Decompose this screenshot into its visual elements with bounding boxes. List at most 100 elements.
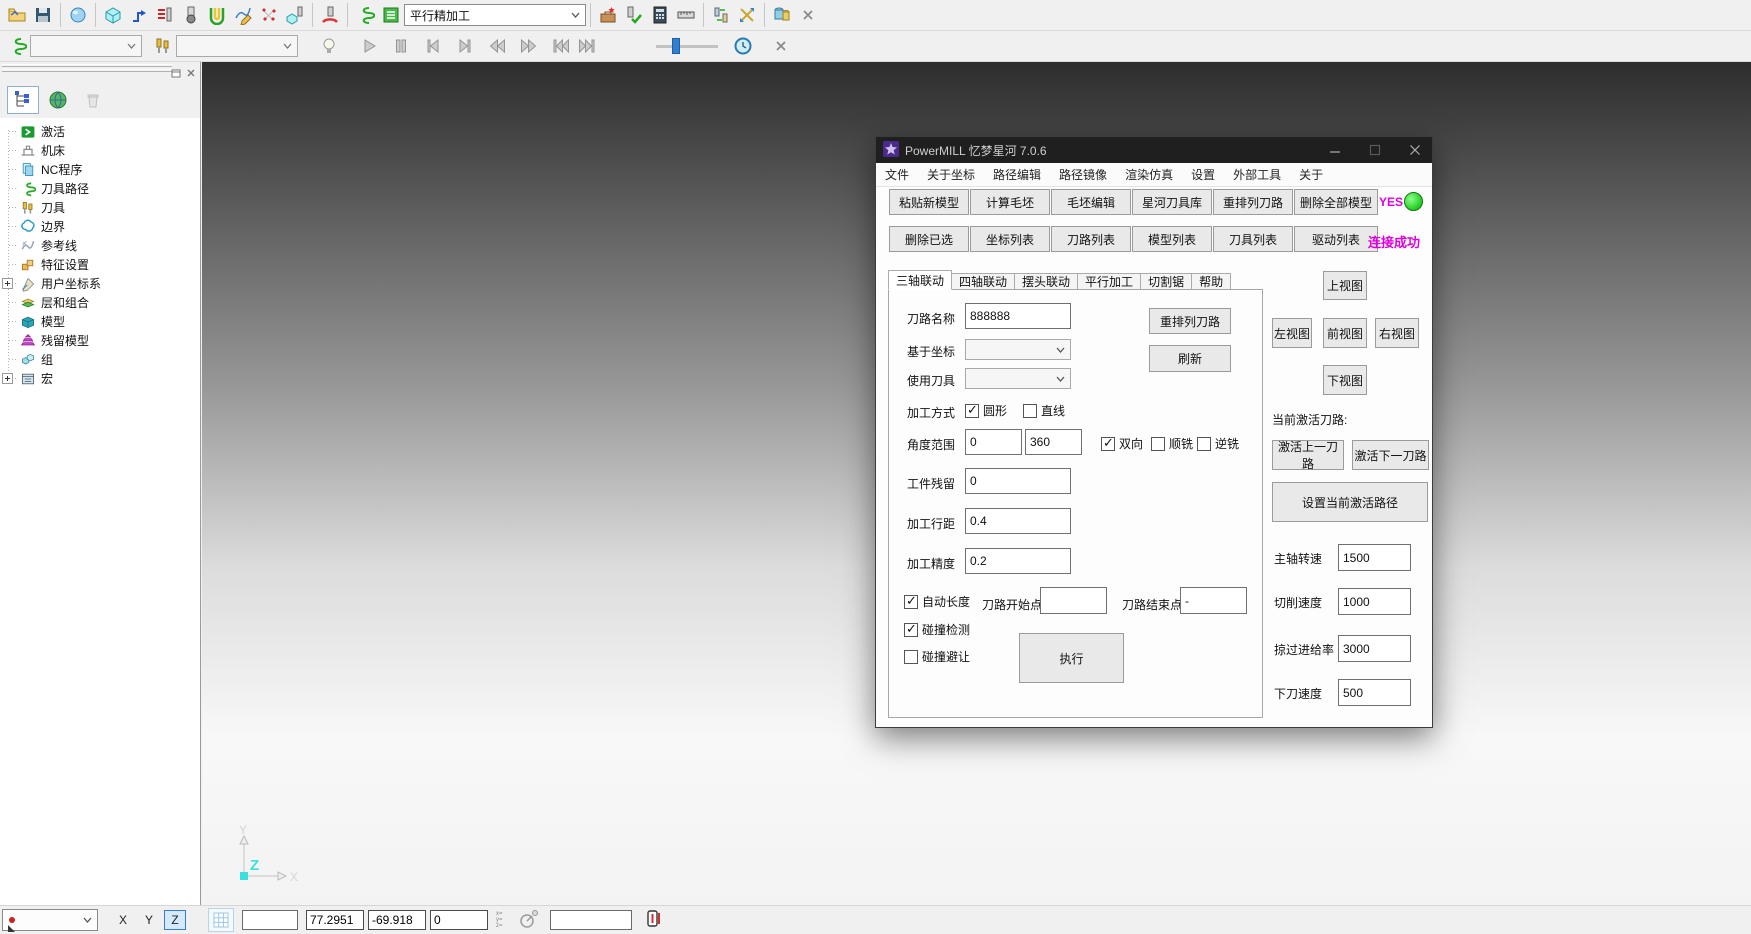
edit-stock-button[interactable]: 毛坯编辑 [1051,189,1131,215]
activate-next-button[interactable]: 激活下一刀路 [1352,440,1429,470]
slider-handle[interactable] [672,38,680,54]
dir-climb-checkbox[interactable]: 顺铣 [1151,435,1193,452]
rapid-moves-icon[interactable] [126,2,152,28]
execute-button[interactable]: 执行 [1019,633,1124,683]
tool-list-button[interactable]: 刀具列表 [1213,226,1293,252]
collision-avoid-checkbox[interactable]: 碰撞避让 [904,648,970,665]
menu-render-sim[interactable]: 渲染仿真 [1116,166,1182,183]
menu-ext-tools[interactable]: 外部工具 [1224,166,1290,183]
workplane-combobox[interactable] [2,909,98,931]
axis-x-button[interactable]: X [112,910,134,930]
search-forward-icon[interactable] [516,33,542,59]
tab-3axis[interactable]: 三轴联动 [888,270,952,290]
axis-y-button[interactable]: Y [138,910,160,930]
paste-model-button[interactable]: 粘贴新模型 [889,189,969,215]
toolpath-list-icon[interactable] [378,2,404,28]
snap-field[interactable] [242,910,298,930]
view-left-button[interactable]: 左视图 [1272,318,1312,348]
tree-item-macros[interactable]: 宏 [0,369,200,388]
checkbox-icon[interactable] [904,650,918,664]
measure-icon[interactable] [673,2,699,28]
boundary-channel-icon[interactable] [204,2,230,28]
exchange-axes-icon[interactable] [734,2,760,28]
tolerance-input[interactable] [965,548,1071,574]
menu-file[interactable]: 文件 [876,166,918,183]
pause-icon[interactable] [388,33,414,59]
coord-y-field[interactable] [368,910,426,930]
delete-selected-button[interactable]: 删除已选 [889,226,969,252]
pattern-editor-icon[interactable] [230,2,256,28]
tool-pair-icon[interactable] [769,2,795,28]
toolpath-icon[interactable] [352,2,378,28]
checkbox-icon[interactable] [965,404,979,418]
feed-rates-icon[interactable] [152,2,178,28]
skim-feed-input[interactable] [1338,635,1411,662]
menu-about[interactable]: 关于 [1290,166,1332,183]
graphics-viewport[interactable]: Y X Z PowerMILL 忆梦星河 7.0.6 文件 关于坐标 路径编辑 … [202,62,1751,905]
calculator-icon[interactable] [647,2,673,28]
minimize-button[interactable] [1318,137,1352,163]
strategy-combobox[interactable]: 平行精加工 [404,4,586,26]
refresh-button[interactable]: 刷新 [1149,345,1231,372]
create-block-icon[interactable] [100,2,126,28]
spindle-speed-input[interactable] [1338,544,1411,571]
tree-item-patterns[interactable]: 参考线 [0,236,200,255]
calc-stock-button[interactable]: 计算毛坯 [970,189,1050,215]
checkbox-icon[interactable] [1023,404,1037,418]
tab-saw[interactable]: 切割锯 [1140,273,1192,290]
menu-path-mirror[interactable]: 路径镜像 [1050,166,1116,183]
checkbox-icon[interactable] [1101,437,1115,451]
tree-item-boundaries[interactable]: 边界 [0,217,200,236]
lightbulb-icon[interactable] [316,33,342,59]
reorder-toolpath-button[interactable]: 重排列刀路 [1213,189,1293,215]
tool-library-button[interactable]: 星河刀具库 [1132,189,1212,215]
use-tool-combobox[interactable] [965,368,1071,389]
reorder-button[interactable]: 重排列刀路 [1149,308,1231,334]
expand-icon[interactable] [2,278,13,289]
close-toolbar-icon[interactable] [768,33,794,59]
close-toolbar-icon[interactable] [795,2,821,28]
probe-icon[interactable] [518,909,540,932]
coord-list-button[interactable]: 坐标列表 [970,226,1050,252]
sim-toolpath-combobox[interactable] [30,35,142,57]
close-panel-icon[interactable] [186,67,196,81]
close-button[interactable] [1398,137,1432,163]
explorer-tree-tab[interactable] [7,86,39,114]
world-tab[interactable] [42,86,74,114]
mode-line-checkbox[interactable]: 直线 [1023,402,1065,419]
activate-prev-button[interactable]: 激活上一刀路 [1272,440,1344,470]
menu-coords[interactable]: 关于坐标 [918,166,984,183]
tab-help[interactable]: 帮助 [1191,273,1231,290]
play-icon[interactable] [356,33,382,59]
angle-to-input[interactable] [1025,429,1082,455]
speed-slider[interactable] [656,36,718,56]
save-icon[interactable] [30,2,56,28]
tool-verify-icon[interactable] [621,2,647,28]
view-right-button[interactable]: 右视图 [1375,318,1419,348]
grid-toggle-button[interactable] [208,908,234,932]
tree-item-tools[interactable]: 刀具 [0,198,200,217]
measure-field[interactable] [550,910,632,930]
collision-check-icon[interactable] [317,2,343,28]
coord-z-field[interactable] [430,910,488,930]
recycle-bin-tab[interactable] [77,86,109,114]
stepover-input[interactable] [965,508,1071,534]
tree-item-nc-program[interactable]: NC程序 [0,160,200,179]
checkbox-icon[interactable] [904,623,918,637]
end-point-input[interactable] [1180,587,1247,614]
auto-length-checkbox[interactable]: 自动长度 [904,593,970,610]
delete-all-models-button[interactable]: 删除全部模型 [1294,189,1378,215]
tree-item-machine[interactable]: 机床 [0,141,200,160]
tree-item-feature-sets[interactable]: 特征设置 [0,255,200,274]
toolpath-list-button[interactable]: 刀路列表 [1051,226,1131,252]
dir-both-checkbox[interactable]: 双向 [1101,435,1143,452]
tool-library-icon[interactable] [595,2,621,28]
tree-item-activate[interactable]: 激活 [0,122,200,141]
toolbar-grip[interactable] [8,925,15,932]
angle-from-input[interactable] [965,429,1022,455]
tab-parallel[interactable]: 平行加工 [1077,273,1141,290]
tree-item-toolpaths[interactable]: 刀具路径 [0,179,200,198]
stock-allowance-input[interactable] [965,468,1071,494]
coord-x-field[interactable] [306,910,364,930]
menu-settings[interactable]: 设置 [1182,166,1224,183]
